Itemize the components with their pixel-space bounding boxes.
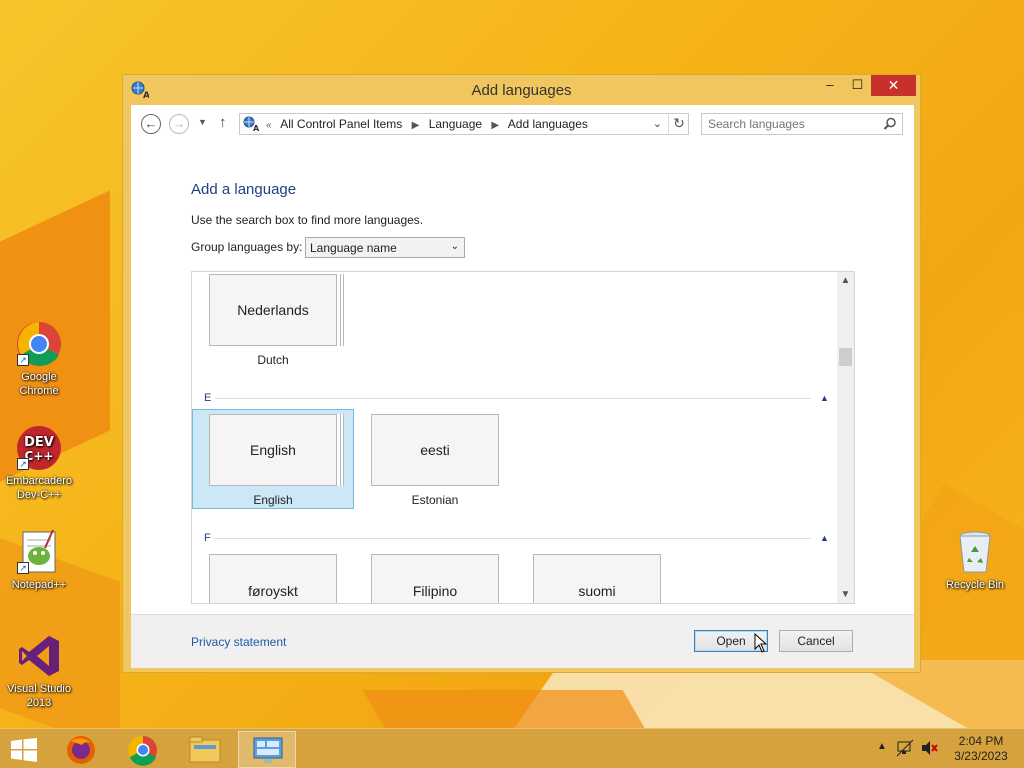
forward-button[interactable]: → [169,114,189,134]
search-input[interactable] [701,113,903,135]
breadcrumb-control-panel[interactable]: All Control Panel Items [280,117,402,131]
control-panel-icon [253,737,283,763]
speaker-muted-icon[interactable] [920,739,938,760]
svg-text:DEV: DEV [24,435,54,450]
group-header-f: F [204,532,211,544]
window-title: Add languages [471,82,572,99]
collapse-group-icon[interactable]: ▲ [820,393,829,403]
language-tile-eesti[interactable]: eesti [371,414,499,486]
privacy-statement-link[interactable]: Privacy statement [191,635,286,649]
group-divider [215,398,811,399]
desktop-icon-chrome[interactable]: ↗ Google Chrome [1,320,77,398]
mouse-cursor-icon [754,632,768,653]
recent-locations-chevron-icon[interactable]: ▼ [198,117,207,127]
group-by-value: Language name [310,241,397,255]
svg-text:A: A [253,124,259,132]
search-icon [883,117,897,131]
group-by-select[interactable]: Language name ⌄ [305,237,465,258]
taskbar-file-explorer[interactable] [176,731,234,768]
desktop-icon-label: Notepad++ [11,579,67,591]
chrome-icon: ↗ [15,320,63,368]
desktop-icon-notepadpp[interactable]: ↗ Notepad++ [1,528,77,592]
group-divider [215,538,811,539]
language-tile-filipino[interactable]: Filipino [371,554,499,603]
minimize-button[interactable]: – [816,75,844,96]
language-tile-foroyskt[interactable]: føroyskt [209,554,337,603]
language-native-name: suomi [578,583,616,599]
breadcrumb-separator-icon[interactable]: ▶ [491,120,499,131]
desktop-icon-devcpp[interactable]: DEV C++ ↗ Embarcadero Dev-C++ [1,424,77,502]
breadcrumb-add-languages[interactable]: Add languages [508,117,588,131]
language-english-name: English [253,493,293,507]
chrome-icon [128,735,157,766]
language-english-name: Dutch [257,353,289,367]
address-dropdown-chevron-icon[interactable]: ⌄ [653,117,662,130]
language-tile-english[interactable]: English [209,414,337,486]
language-location-icon: A [243,116,260,133]
dialog-footer: Privacy statement Open Cancel [131,614,914,668]
notepadpp-icon: ↗ [15,528,63,576]
close-button[interactable]: ✕ [871,75,916,96]
vertical-scrollbar[interactable]: ▲ ▼ [837,272,854,603]
desktop-icon-label: Google Chrome [19,371,59,397]
clock-date: 3/23/2023 [954,749,1008,763]
shortcut-arrow-icon: ↗ [17,562,29,574]
collapse-group-icon[interactable]: ▲ [820,533,829,543]
language-list[interactable]: Nederlands Dutch E ▲ English English ees… [191,271,855,604]
language-native-name: Filipino [412,583,458,599]
taskbar-firefox[interactable] [52,731,110,768]
windows-logo-icon [11,738,37,762]
desktop-icon-label: Embarcadero Dev-C++ [5,475,73,501]
language-native-name: føroyskt [248,583,298,599]
clock-time: 2:04 PM [958,734,1004,748]
scrollbar-thumb[interactable] [839,348,852,366]
recycle-bin-icon [951,528,999,576]
language-native-name: eesti [420,442,450,458]
maximize-button[interactable]: ☐ [844,75,871,96]
firefox-icon [67,736,95,764]
show-hidden-icons-button[interactable]: ▲ [877,741,887,752]
devcpp-icon: DEV C++ ↗ [15,424,63,472]
group-header-e: E [204,392,212,404]
group-by-label: Group languages by: [191,240,303,254]
system-clock[interactable]: 2:04 PM 3/23/2023 [948,734,1014,764]
visual-studio-icon [15,632,63,680]
back-button[interactable]: ← [141,114,161,134]
scroll-down-icon[interactable]: ▼ [837,586,854,603]
navigation-bar: ← → ▼ ↑ A « All Control Panel Items ▶ La… [131,105,914,143]
desktop-icon-visual-studio[interactable]: Visual Studio 2013 [1,632,77,710]
window-titlebar[interactable]: A Add languages – ☐ ✕ [123,75,920,105]
language-native-name: English [250,442,296,458]
language-english-name: Estonian [411,493,459,507]
cancel-button[interactable]: Cancel [779,630,853,652]
scroll-up-icon[interactable]: ▲ [837,272,854,289]
bg-shape [362,690,658,728]
language-tile-suomi[interactable]: suomi [533,554,661,603]
desktop-icon-label: Visual Studio 2013 [6,683,71,709]
language-native-name: Nederlands [237,302,309,318]
refresh-icon[interactable]: ↻ [668,113,689,135]
window-content: ← → ▼ ↑ A « All Control Panel Items ▶ La… [131,105,914,668]
up-arrow-icon[interactable]: ↑ [219,114,227,131]
add-languages-window: A Add languages – ☐ ✕ ← → ▼ ↑ A « All Co… [122,74,921,673]
folder-icon [189,736,221,763]
breadcrumb-overflow[interactable]: « [266,120,272,131]
address-bar[interactable]: A « All Control Panel Items ▶ Language ▶… [239,113,689,135]
language-tile-nederlands[interactable]: Nederlands [209,274,337,346]
taskbar: ▲ 2:04 PM 3/23/2023 [0,728,1024,768]
start-button[interactable] [10,738,38,762]
breadcrumb: « All Control Panel Items ▶ Language ▶ A… [264,117,592,131]
breadcrumb-separator-icon[interactable]: ▶ [412,120,420,131]
shortcut-arrow-icon: ↗ [17,458,29,470]
taskbar-control-panel[interactable] [238,731,296,768]
desktop-icon-recycle-bin[interactable]: Recycle Bin [937,528,1013,592]
desktop-icon-label: Recycle Bin [945,579,1005,591]
chevron-down-icon: ⌄ [450,241,459,252]
page-title: Add a language [191,181,297,198]
breadcrumb-language[interactable]: Language [429,117,482,131]
shortcut-arrow-icon: ↗ [17,354,29,366]
network-icon[interactable] [896,739,914,760]
search-hint: Use the search box to find more language… [191,213,424,227]
taskbar-chrome[interactable] [114,731,172,768]
